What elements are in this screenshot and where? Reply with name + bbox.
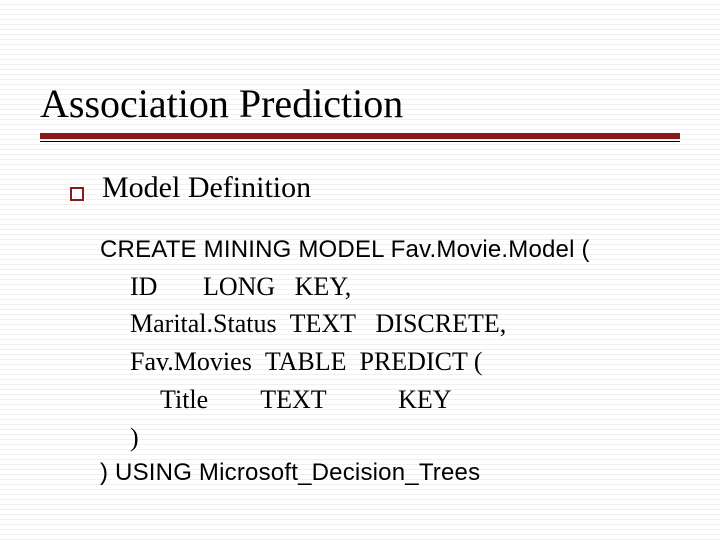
code-tail: ) USING Microsoft_Decision_Trees xyxy=(100,456,680,491)
square-bullet-icon xyxy=(70,187,84,201)
code-block: CREATE MINING MODEL Fav.Movie.Model ( ID… xyxy=(100,233,680,491)
schema-line: Fav.Movies TABLE PREDICT ( xyxy=(100,343,680,381)
subheading: Model Definition xyxy=(102,171,311,205)
code-lead: CREATE MINING MODEL Fav.Movie.Model ( xyxy=(100,233,680,268)
bullet-item: Model Definition xyxy=(70,171,680,205)
slide-title: Association Prediction xyxy=(40,80,680,127)
schema-line: Title TEXT KEY xyxy=(100,381,680,419)
schema-line: ID LONG KEY, xyxy=(100,268,680,306)
schema-line: Marital.Status TEXT DISCRETE, xyxy=(100,305,680,343)
title-rule xyxy=(40,133,680,141)
schema-line: ) xyxy=(100,419,680,457)
